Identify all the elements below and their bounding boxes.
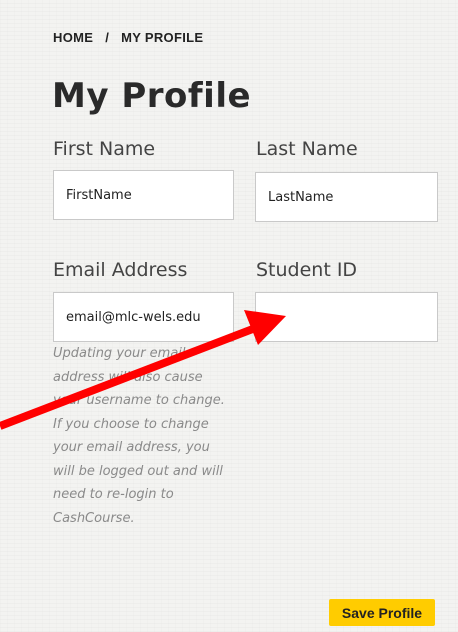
student-id-label: Student ID <box>256 259 358 281</box>
student-id-field[interactable] <box>255 292 438 342</box>
email-field[interactable] <box>53 292 234 342</box>
breadcrumb-home-link[interactable]: HOME <box>53 30 93 45</box>
last-name-label: Last Name <box>256 138 358 160</box>
page-title: My Profile <box>52 76 252 116</box>
last-name-field[interactable] <box>255 172 438 222</box>
breadcrumb: HOME / MY PROFILE <box>53 30 203 45</box>
save-profile-button[interactable]: Save Profile <box>329 599 435 626</box>
breadcrumb-current: MY PROFILE <box>121 30 204 45</box>
email-help-text: Updating your email address will also ca… <box>53 346 225 526</box>
first-name-label: First Name <box>53 138 156 160</box>
first-name-field[interactable] <box>53 170 234 220</box>
email-address-label: Email Address <box>53 259 188 281</box>
breadcrumb-separator: / <box>105 30 110 45</box>
